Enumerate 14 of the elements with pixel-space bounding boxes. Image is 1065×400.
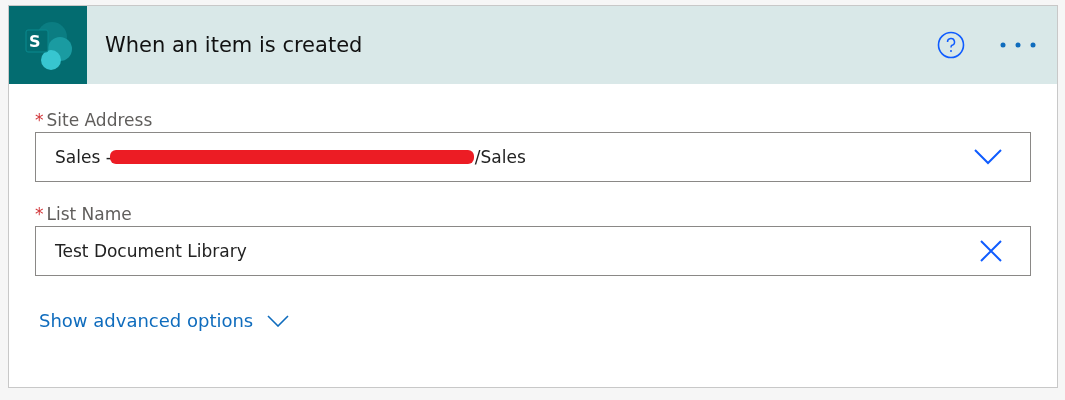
input-field[interactable]: Test Document Library — [35, 226, 1031, 276]
field-label: Site Address — [46, 110, 153, 130]
chevron-down-icon[interactable] — [974, 149, 1002, 165]
logo-letter: S — [29, 32, 41, 51]
show-advanced-options-link[interactable]: Show advanced options — [35, 298, 290, 331]
more-icon[interactable] — [999, 41, 1037, 49]
field-label: List Name — [46, 204, 132, 224]
clear-icon[interactable] — [980, 240, 1002, 262]
trigger-title: When an item is created — [105, 33, 364, 57]
chevron-down-icon — [267, 314, 290, 327]
required-asterisk: * — [35, 204, 44, 224]
help-icon[interactable] — [937, 31, 965, 59]
required-asterisk: * — [35, 110, 44, 130]
dropdown-field[interactable]: Sales - /Sales — [35, 132, 1031, 182]
